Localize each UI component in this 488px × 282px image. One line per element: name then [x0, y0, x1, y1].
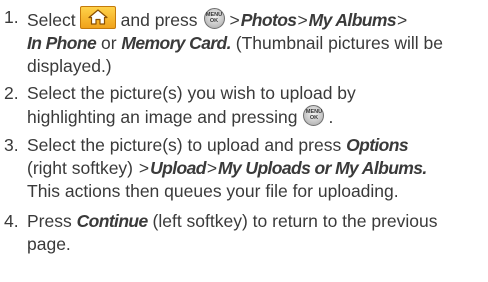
step-line: Select and press MENU OK >Photos>My Albums> [27, 6, 487, 32]
options-label: Options [346, 135, 409, 155]
step-number: 3. [4, 135, 19, 155]
separator: > [297, 10, 308, 30]
step-line: (right softkey) >Upload>My Uploads or My… [27, 158, 427, 178]
and-press-text: and press [120, 10, 198, 30]
my-uploads-label: My Uploads or My Albums. [218, 158, 427, 178]
path-in-phone: In Phone [27, 33, 97, 53]
separator: > [206, 158, 218, 178]
step-line: displayed.) [27, 56, 112, 76]
instruction-document: 1. Select and press MENU OK >Photos>My Album… [0, 0, 488, 282]
step-body: Select and press MENU OK >Photos>My Albums> … [27, 6, 487, 78]
step-body: Select the picture(s) to upload and pres… [27, 134, 487, 203]
step-line: Select the picture(s) to upload and pres… [27, 135, 409, 155]
path-memory-card: Memory Card. [121, 33, 231, 53]
separator: > [396, 10, 408, 30]
step-number: 2. [4, 83, 19, 103]
step-line: Select the picture(s) you wish to upload… [27, 83, 356, 103]
path-photos: Photos [240, 10, 297, 30]
continue-label: Continue [76, 211, 149, 231]
step-line: Press Continue (left softkey) to return … [27, 211, 438, 231]
step-body: Select the picture(s) you wish to upload… [27, 82, 487, 129]
step-body: Press Continue (left softkey) to return … [27, 210, 487, 256]
home-icon [79, 6, 116, 29]
step-number: 1. [4, 7, 19, 27]
menu-ok-key-icon: MENU OK [303, 105, 325, 126]
upload-label: Upload [150, 158, 206, 178]
paren-note: (Thumbnail pictures will be [235, 33, 443, 53]
step-line: page. [27, 234, 71, 254]
menu-ok-key-icon: MENU OK [203, 8, 225, 29]
separator: > [229, 10, 240, 30]
separator: > [138, 158, 150, 178]
path-my-albums: My Albums [308, 10, 397, 30]
select-text: Select [27, 10, 76, 30]
step-line: highlighting an image and pressing MENU OK… [27, 105, 334, 127]
step-number: 4. [4, 211, 19, 231]
step-line: This actions then queues your file for u… [27, 181, 399, 201]
step-line: In Phone or Memory Card. (Thumbnail pict… [27, 32, 487, 55]
or-text: or [100, 33, 117, 53]
